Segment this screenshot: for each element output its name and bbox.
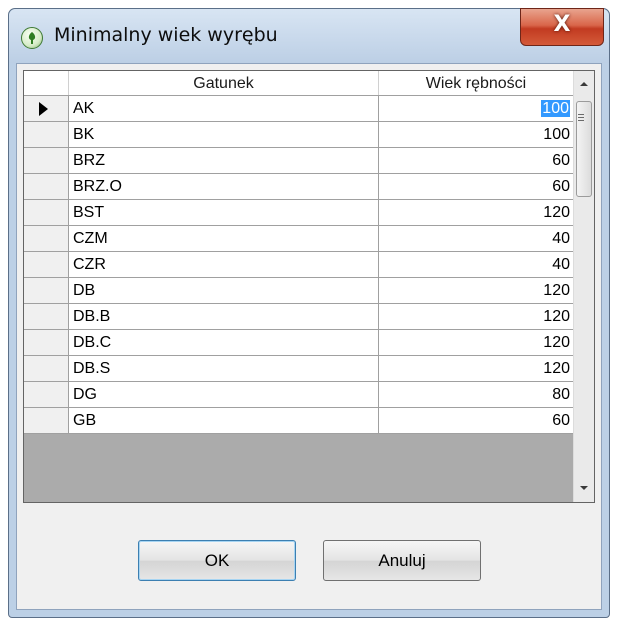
- grip-icon: [578, 114, 584, 115]
- scrollbar-thumb[interactable]: [576, 101, 592, 197]
- wiek-cell[interactable]: 120: [379, 200, 574, 226]
- dialog-window: Minimalny wiek wyrębu X Gatunek Wiek ręb…: [8, 8, 610, 618]
- gatunek-cell[interactable]: CZM: [69, 226, 379, 252]
- column-header-gatunek[interactable]: Gatunek: [69, 71, 379, 95]
- wiek-cell[interactable]: 120: [379, 330, 574, 356]
- table-row[interactable]: DB.S 120: [24, 356, 574, 382]
- gatunek-cell[interactable]: DB.B: [69, 304, 379, 330]
- tree-icon: [21, 27, 43, 49]
- wiek-cell[interactable]: 120: [379, 304, 574, 330]
- close-button[interactable]: X: [520, 8, 604, 46]
- wiek-cell[interactable]: 100: [379, 96, 574, 122]
- table-row[interactable]: DG 80: [24, 382, 574, 408]
- wiek-cell[interactable]: 120: [379, 356, 574, 382]
- scroll-down-arrow-icon[interactable]: [574, 478, 594, 498]
- wiek-cell[interactable]: 60: [379, 408, 574, 434]
- row-header[interactable]: [24, 382, 69, 408]
- wiek-cell[interactable]: 80: [379, 382, 574, 408]
- wiek-cell[interactable]: 40: [379, 226, 574, 252]
- grid-header: Gatunek Wiek rębności: [24, 71, 574, 96]
- table-row[interactable]: DB.C 120: [24, 330, 574, 356]
- column-header-wiek[interactable]: Wiek rębności: [379, 71, 574, 95]
- gatunek-cell[interactable]: BST: [69, 200, 379, 226]
- window-title: Minimalny wiek wyrębu: [54, 24, 278, 46]
- header-corner: [24, 71, 69, 95]
- gatunek-cell[interactable]: AK: [69, 96, 379, 122]
- wiek-cell[interactable]: 120: [379, 278, 574, 304]
- wiek-cell[interactable]: 60: [379, 174, 574, 200]
- row-header[interactable]: [24, 96, 69, 122]
- table-row[interactable]: BST 120: [24, 200, 574, 226]
- table-row[interactable]: BRZ.O 60: [24, 174, 574, 200]
- wiek-cell[interactable]: 60: [379, 148, 574, 174]
- table-row[interactable]: BRZ 60: [24, 148, 574, 174]
- row-header[interactable]: [24, 278, 69, 304]
- wiek-cell[interactable]: 100: [379, 122, 574, 148]
- table-row[interactable]: DB 120: [24, 278, 574, 304]
- close-icon: X: [553, 12, 571, 37]
- row-header[interactable]: [24, 122, 69, 148]
- table-row[interactable]: CZM 40: [24, 226, 574, 252]
- gatunek-cell[interactable]: BRZ: [69, 148, 379, 174]
- row-header[interactable]: [24, 304, 69, 330]
- ok-button[interactable]: OK: [138, 540, 296, 581]
- gatunek-cell[interactable]: CZR: [69, 252, 379, 278]
- scroll-up-arrow-icon[interactable]: [574, 75, 594, 95]
- row-header[interactable]: [24, 330, 69, 356]
- row-header[interactable]: [24, 226, 69, 252]
- table-row[interactable]: BK 100: [24, 122, 574, 148]
- gatunek-cell[interactable]: BK: [69, 122, 379, 148]
- data-grid[interactable]: Gatunek Wiek rębności AK 100 BK 100 BRZ 60 BRZ…: [23, 70, 595, 503]
- gatunek-cell[interactable]: DB: [69, 278, 379, 304]
- gatunek-cell[interactable]: BRZ.O: [69, 174, 379, 200]
- wiek-cell[interactable]: 40: [379, 252, 574, 278]
- row-header[interactable]: [24, 356, 69, 382]
- table-row[interactable]: GB 60: [24, 408, 574, 434]
- gatunek-cell[interactable]: DB.C: [69, 330, 379, 356]
- gatunek-cell[interactable]: DB.S: [69, 356, 379, 382]
- vertical-scrollbar[interactable]: [573, 71, 594, 502]
- title-bar[interactable]: Minimalny wiek wyrębu X: [9, 8, 609, 63]
- current-row-arrow-icon: [39, 102, 48, 116]
- selected-value: 100: [541, 100, 570, 117]
- dialog-client-area: Gatunek Wiek rębności AK 100 BK 100 BRZ 60 BRZ…: [16, 63, 602, 610]
- row-header[interactable]: [24, 408, 69, 434]
- table-row[interactable]: DB.B 120: [24, 304, 574, 330]
- cancel-button[interactable]: Anuluj: [323, 540, 481, 581]
- gatunek-cell[interactable]: GB: [69, 408, 379, 434]
- table-row[interactable]: CZR 40: [24, 252, 574, 278]
- row-header[interactable]: [24, 148, 69, 174]
- row-header[interactable]: [24, 174, 69, 200]
- table-row[interactable]: AK 100: [24, 96, 574, 122]
- gatunek-cell[interactable]: DG: [69, 382, 379, 408]
- row-header[interactable]: [24, 200, 69, 226]
- row-header[interactable]: [24, 252, 69, 278]
